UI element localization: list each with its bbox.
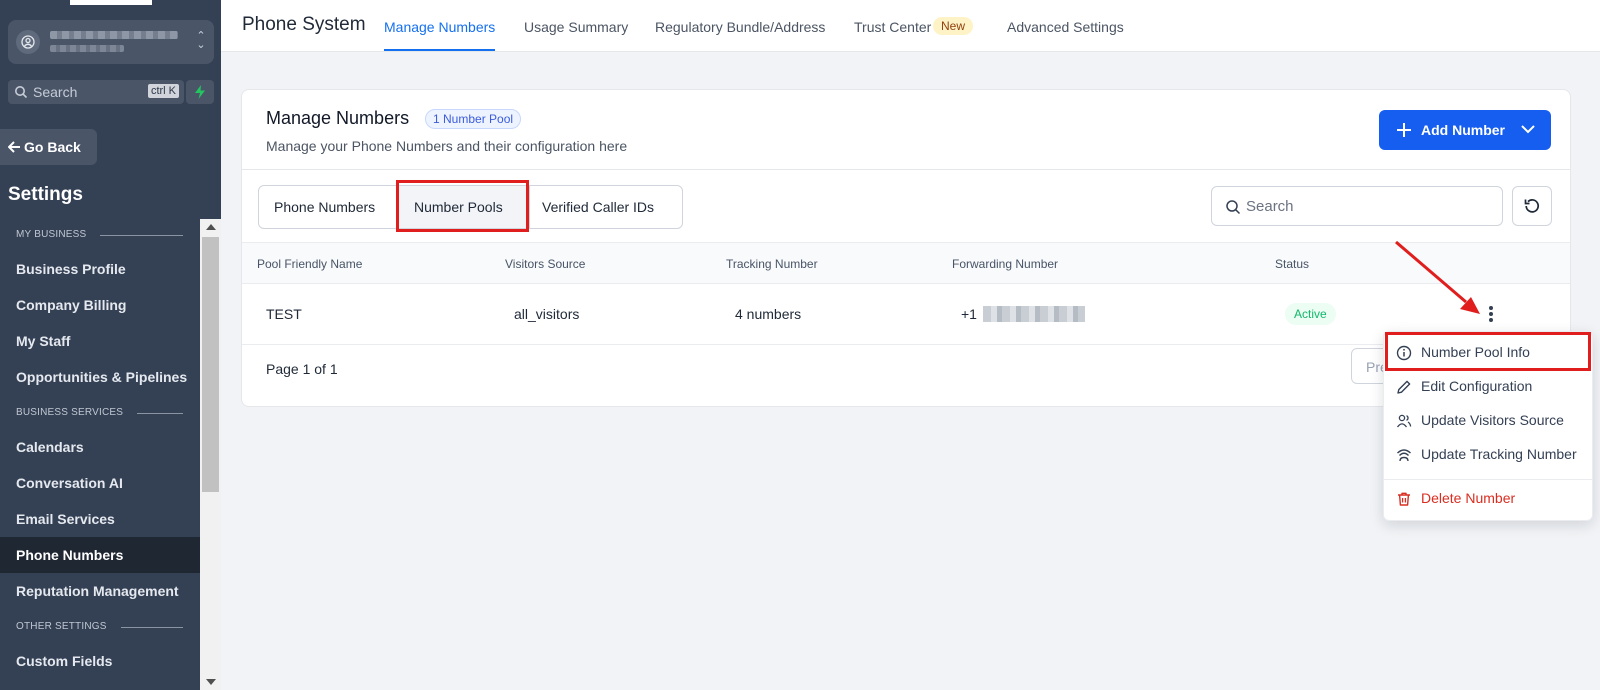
pointer-arrow [1395,240,1480,314]
